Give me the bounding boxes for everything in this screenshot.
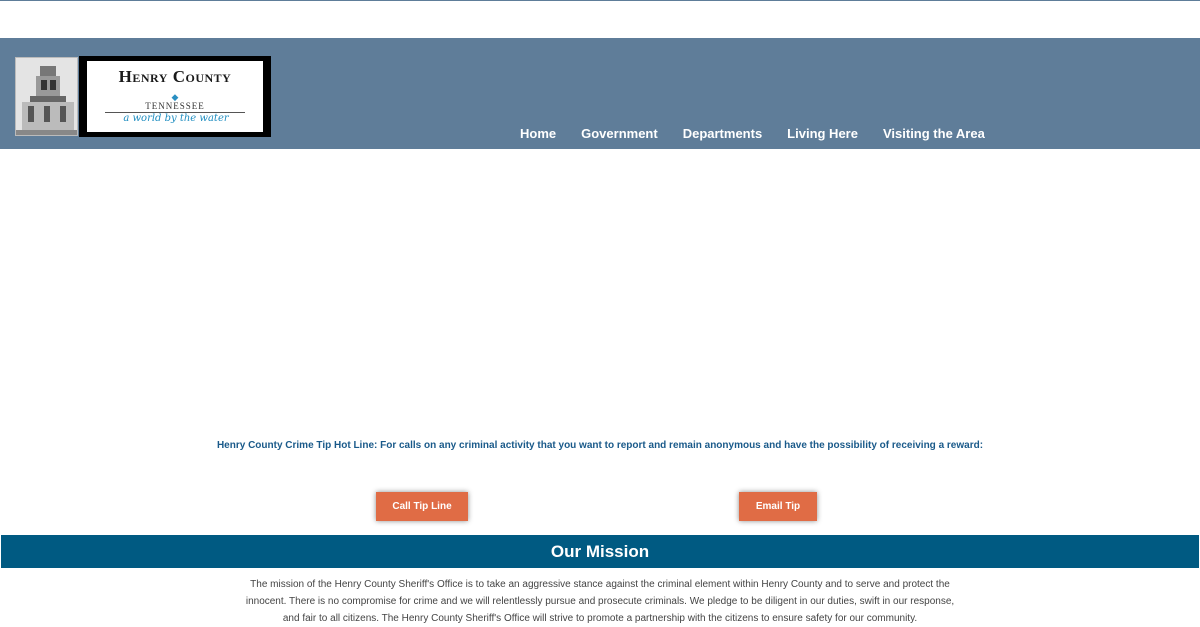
site-header: Henry County ◆ TENNESSEE a world by the … — [0, 38, 1200, 149]
mission-title: Our Mission — [550, 542, 650, 561]
county-logo[interactable]: Henry County ◆ TENNESSEE a world by the … — [79, 56, 271, 137]
logo-title: Henry County — [118, 67, 232, 86]
nav-item-visiting-the-area[interactable]: Visiting the Area — [883, 126, 985, 141]
nav-item-home[interactable]: Home — [520, 126, 556, 141]
tip-line-text: Henry County Crime Tip Hot Line: For cal… — [216, 440, 984, 451]
mission-banner: Our Mission — [1, 535, 1199, 568]
courthouse-image — [16, 58, 77, 135]
call-tip-line-button[interactable]: Call Tip Line — [376, 492, 468, 521]
courthouse-photo — [15, 57, 78, 136]
county-logo-inner: Henry County ◆ TENNESSEE a world by the … — [87, 61, 263, 132]
logo-subtitle: TENNESSEE — [145, 101, 205, 111]
email-tip-button[interactable]: Email Tip — [739, 492, 817, 521]
logo-tagline: a world by the water — [123, 113, 229, 124]
nav-item-living-here[interactable]: Living Here — [787, 126, 858, 141]
main-nav: Home Government Departments Living Here … — [520, 126, 1010, 141]
nav-item-departments[interactable]: Departments — [683, 126, 762, 141]
mission-text: The mission of the Henry County Sheriff'… — [245, 579, 955, 624]
nav-item-government[interactable]: Government — [581, 126, 658, 141]
top-strip — [0, 0, 1200, 38]
